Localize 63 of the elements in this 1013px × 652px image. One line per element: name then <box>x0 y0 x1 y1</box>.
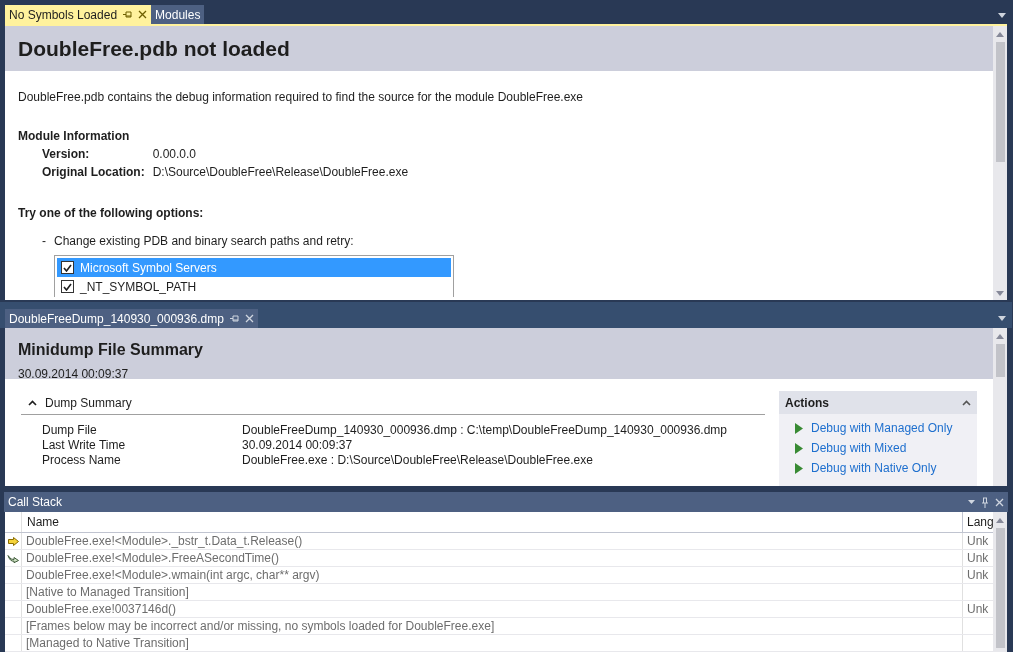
actions-title: Actions <box>785 394 829 412</box>
language-cell: Unk <box>967 568 989 582</box>
field-value: DoubleFree.exe : D:\Source\DoubleFree\Release\DoubleFree.exe <box>242 453 594 468</box>
stack-frame[interactable]: [Managed to Native Transition] <box>22 635 963 651</box>
info-value: D:\Source\DoubleFree\Release\DoubleFree.exe <box>152 164 410 181</box>
tab[interactable]: No Symbols Loaded <box>5 5 152 24</box>
collapse-icon[interactable] <box>962 399 971 406</box>
info-label: Original Location: <box>42 164 145 181</box>
checkbox[interactable] <box>61 280 74 293</box>
pin-icon[interactable] <box>123 11 133 18</box>
column-header[interactable]: Name <box>22 512 963 532</box>
info-value: 0.00.0.0 <box>152 146 198 163</box>
arrow-icon <box>7 536 19 546</box>
checkbox[interactable] <box>61 261 74 274</box>
page-title: DoubleFree.pdb not loaded <box>18 35 290 62</box>
language-cell: Unk <box>967 551 989 565</box>
language-cell: Unk <box>967 534 989 548</box>
action-link[interactable]: Debug with Managed Only <box>795 421 977 436</box>
field-value: 30.09.2014 00:09:37 <box>242 438 354 453</box>
scroll-up-icon[interactable] <box>996 518 1004 523</box>
field-label: Last Write Time <box>42 438 127 453</box>
stack-frame[interactable]: DoubleFree.exe!<Module>.wmain(int argc, char** argv) <box>22 567 963 583</box>
summary-title: Minidump File Summary <box>18 340 204 360</box>
stack-frame[interactable]: [Native to Managed Transition] <box>22 584 963 600</box>
stack-frame[interactable]: DoubleFree.exe!<Module>._bstr_t.Data_t.Release() <box>22 533 963 549</box>
play-icon <box>795 443 803 454</box>
curved-arrow-icon <box>7 553 19 563</box>
action-link[interactable]: Debug with Mixed <box>795 441 977 456</box>
scrollbar[interactable] <box>993 328 1007 486</box>
field-label: Process Name <box>42 453 122 468</box>
dropdown-icon[interactable] <box>998 13 1006 18</box>
stack-frame[interactable]: DoubleFree.exe!<Module>.FreeASecondTime() <box>22 550 963 566</box>
field-value: DoubleFreeDump_140930_000936.dmp : C:\temp\DoubleFreeDump_140930_000936.dmp <box>242 423 728 438</box>
dropdown-icon[interactable] <box>998 316 1006 321</box>
stack-frame[interactable]: DoubleFree.exe!0037146d() <box>22 601 963 617</box>
scroll-up-icon[interactable] <box>996 32 1004 37</box>
language-cell: Unk <box>967 602 989 616</box>
section-heading: Try one of the following options: <box>18 205 205 222</box>
panel-title: Call Stack <box>8 494 63 511</box>
scrollbar[interactable] <box>993 512 1007 652</box>
action-link[interactable]: Debug with Native Only <box>795 461 977 476</box>
stack-frame[interactable]: [Frames below may be incorrect and/or missing, no symbols loaded for DoubleFree.exe] <box>22 618 963 634</box>
field-label: Dump File <box>42 423 98 438</box>
scroll-thumb[interactable] <box>995 344 1005 377</box>
bullet: - <box>42 233 46 250</box>
timestamp: 30.09.2014 00:09:37 <box>18 366 130 383</box>
scroll-up-icon[interactable] <box>996 334 1004 339</box>
column-header[interactable]: Lang <box>963 512 993 532</box>
option-text: Change existing PDB and binary search paths and retry: <box>54 233 354 250</box>
search-path-item[interactable]: Microsoft Symbol Servers <box>57 258 451 277</box>
play-icon <box>795 423 803 434</box>
caret-icon <box>28 399 37 406</box>
search-path-item[interactable]: _NT_SYMBOL_PATH <box>57 277 451 296</box>
scrollbar[interactable] <box>993 26 1007 300</box>
section-heading: Module Information <box>18 128 131 145</box>
play-icon <box>795 463 803 474</box>
info-label: Version: <box>42 146 91 163</box>
tab[interactable]: Modules <box>151 5 205 24</box>
close-icon[interactable] <box>138 10 148 19</box>
section-toggle[interactable]: Dump Summary <box>21 391 765 415</box>
description-text: DoubleFree.pdb contains the debug information required to find the source for the module DoubleFree.exe <box>18 89 584 106</box>
dropdown-icon[interactable] <box>968 500 975 504</box>
scroll-down-icon[interactable] <box>996 291 1004 296</box>
